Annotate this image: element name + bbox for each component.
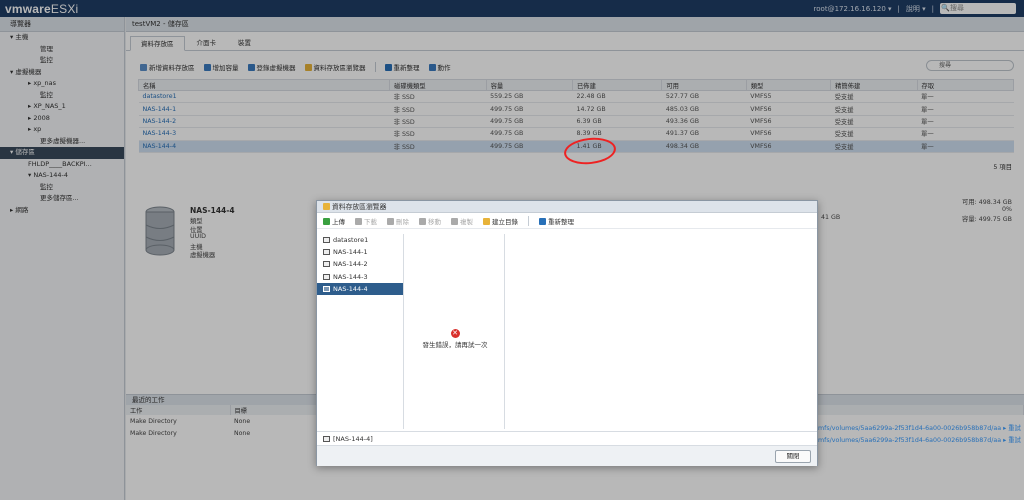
dialog-toolbar: 上傳 下載 刪除 移動 複製 建立目錄 重新整理	[317, 213, 817, 229]
datastore-list-item[interactable]: NAS-144-1	[317, 246, 403, 258]
datastore-list-item[interactable]: datastore1	[317, 234, 403, 246]
dialog-toolbar-icon	[451, 217, 458, 225]
dialog-toolbar-icon	[387, 217, 394, 225]
dialog-toolbar-button[interactable]: 移動	[419, 216, 441, 226]
available-label: 可用: 498.34 GB	[962, 199, 1012, 206]
datastore-browser-dialog: 資料存放區瀏覽器 上傳 下載 刪除 移動 複製 建立目錄 重新整理 datastore1 NA…	[316, 200, 818, 466]
dialog-toolbar-button[interactable]: 重新整理	[539, 216, 574, 226]
error-icon: ✕	[450, 329, 460, 338]
datastore-list-item[interactable]: NAS-144-3	[317, 271, 403, 283]
file-column	[506, 234, 817, 429]
error-message: ✕ 發生錯誤，請再試一次	[422, 329, 488, 349]
datastore-list-item[interactable]: NAS-144-4	[317, 282, 403, 295]
dialog-toolbar-button[interactable]: 複製	[451, 216, 473, 226]
dialog-toolbar-icon	[483, 217, 490, 225]
dialog-toolbar-icon	[419, 217, 426, 225]
dialog-footer: 關閉	[317, 445, 817, 466]
datastore-icon	[323, 249, 330, 256]
dialog-toolbar-button[interactable]: 建立目錄	[483, 216, 518, 226]
dialog-title: 資料存放區瀏覽器	[317, 201, 817, 213]
task-result[interactable]: mfs/volumes/5aa6299a-2f53f1d4-6a00-0026b…	[818, 435, 1021, 444]
datastore-icon	[323, 237, 330, 243]
dialog-toolbar-icon	[355, 217, 362, 225]
path-bar: [NAS-144-4]	[317, 431, 817, 445]
partial-value: 41 GB	[821, 214, 841, 221]
browser-icon	[323, 203, 330, 210]
datastore-icon	[323, 285, 330, 292]
datastore-list-item[interactable]: NAS-144-2	[317, 258, 403, 270]
capacity-label: 容量: 499.75 GB	[962, 216, 1012, 223]
dialog-toolbar-button[interactable]: 刪除	[387, 216, 409, 226]
datastore-icon	[323, 261, 330, 268]
datastore-list: datastore1 NAS-144-1 NAS-144-2 NAS-144-3 NAS…	[317, 234, 404, 429]
close-button[interactable]: 關閉	[775, 450, 811, 463]
dialog-toolbar-button[interactable]: 上傳	[323, 216, 345, 226]
datastore-icon	[323, 273, 330, 280]
usage-percent: 0%	[1002, 206, 1012, 213]
datastore-icon	[323, 436, 330, 442]
task-result[interactable]: mfs/volumes/5aa6299a-2f53f1d4-6a00-0026b…	[818, 423, 1021, 432]
dialog-toolbar-icon	[539, 217, 546, 225]
dialog-toolbar-button[interactable]: 下載	[355, 216, 377, 226]
dialog-toolbar-icon	[323, 217, 330, 225]
